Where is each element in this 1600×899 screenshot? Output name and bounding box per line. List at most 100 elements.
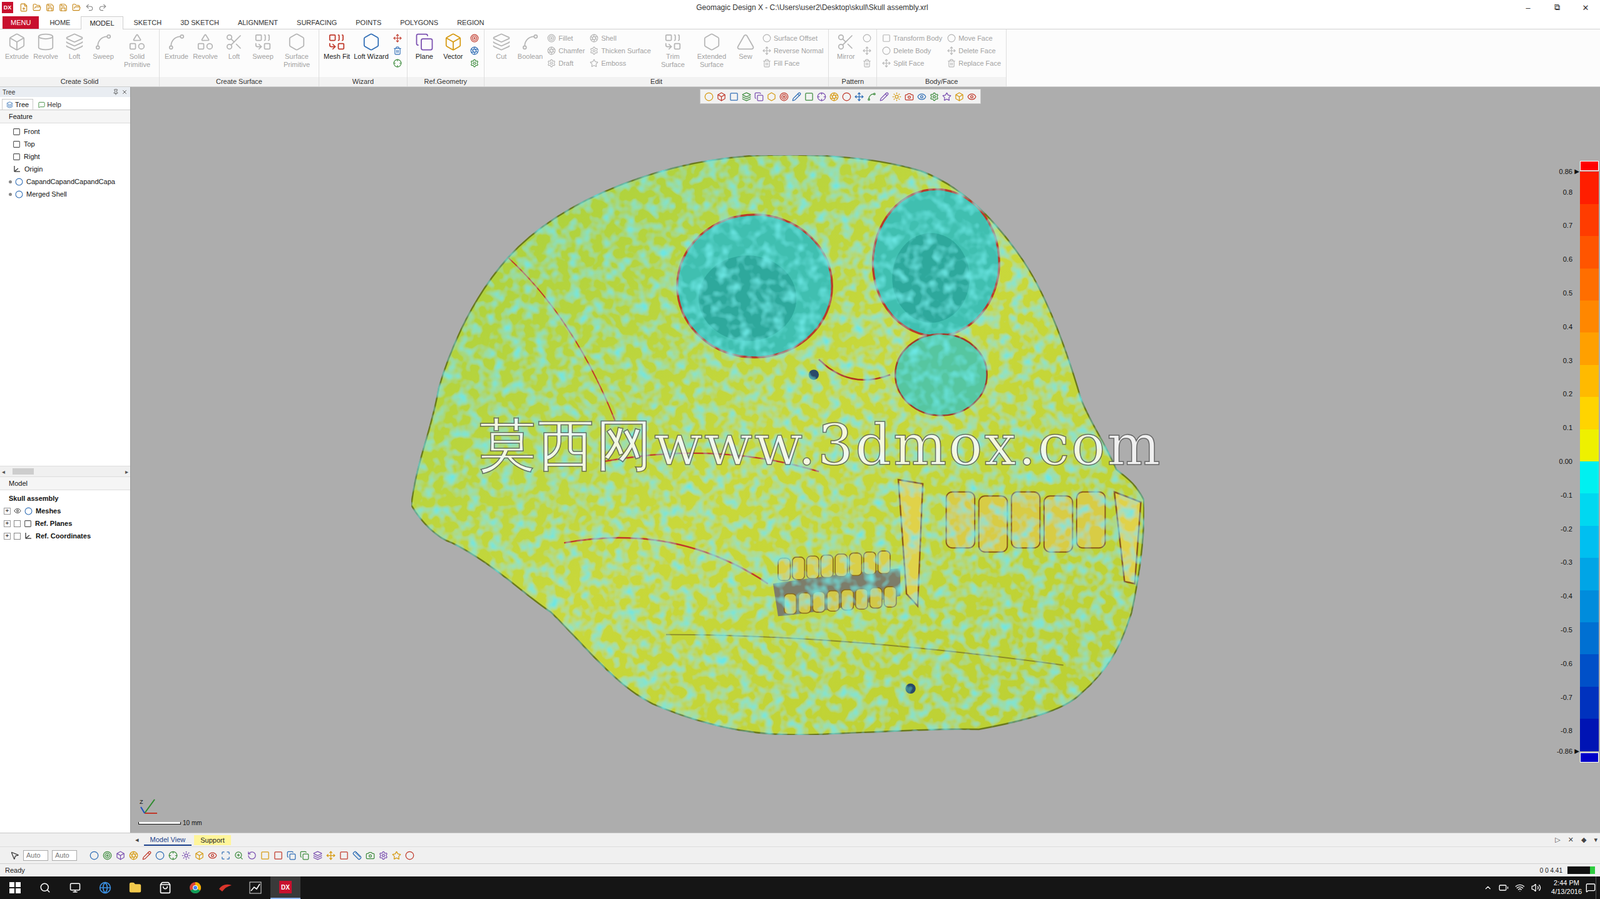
mode-select[interactable]: Auto	[23, 850, 49, 861]
display-tool-icon[interactable]	[128, 850, 139, 861]
expand-toggle[interactable]: +	[3, 520, 11, 528]
visibility-checkbox[interactable]	[13, 520, 21, 528]
close-icon[interactable]	[121, 88, 128, 96]
view-tool-icon[interactable]	[854, 92, 864, 102]
ribbon-tab[interactable]: MODEL	[80, 16, 123, 30]
panel-tab[interactable]: Tree	[1, 98, 34, 110]
display-tool-icon[interactable]	[89, 850, 99, 861]
feature-item[interactable]: Origin	[0, 162, 131, 176]
network-icon[interactable]	[1514, 882, 1525, 893]
ribbon-button[interactable]: Loft Wizard	[352, 31, 390, 62]
taskbar-app[interactable]	[120, 876, 151, 899]
view-tab-control[interactable]: ◆	[1578, 835, 1589, 844]
clock[interactable]: 2:44 PM4/13/2016	[1547, 878, 1586, 897]
horizontal-scrollbar[interactable]: ◂▸	[0, 465, 131, 477]
view-tab-control[interactable]: ▷	[1552, 835, 1563, 844]
ribbon-icon-button[interactable]	[393, 45, 402, 56]
ribbon-tab[interactable]: POINTS	[347, 16, 390, 29]
display-tool-icon[interactable]	[207, 850, 218, 861]
display-tool-icon[interactable]	[273, 850, 283, 861]
view-tool-icon[interactable]	[829, 92, 839, 102]
view-tool-icon[interactable]	[892, 92, 902, 102]
view-tool-icon[interactable]	[741, 92, 752, 102]
display-tool-icon[interactable]	[352, 850, 362, 861]
display-tool-icon[interactable]	[299, 850, 310, 861]
notifications-icon[interactable]	[1585, 882, 1596, 893]
selection-icon[interactable]	[10, 850, 20, 861]
display-tool-icon[interactable]	[405, 850, 415, 861]
display-tool-icon[interactable]	[168, 850, 178, 861]
show-desktop-button[interactable]	[1595, 876, 1600, 899]
ribbon-tab[interactable]: MENU	[2, 16, 39, 29]
task-view-button[interactable]	[60, 876, 91, 899]
visibility-eye-icon[interactable]	[13, 507, 22, 515]
model-item[interactable]: Skull assembly	[0, 492, 131, 505]
ribbon-button[interactable]: Plane	[410, 31, 439, 62]
quick-action-icon[interactable]	[45, 3, 55, 12]
quick-action-icon[interactable]	[58, 3, 68, 12]
display-tool-icon[interactable]	[339, 850, 349, 861]
view-tool-icon[interactable]	[967, 92, 977, 102]
ribbon-tab[interactable]: SURFACING	[288, 16, 345, 29]
view-tool-icon[interactable]	[804, 92, 814, 102]
ribbon-tab[interactable]: 3D SKETCH	[172, 16, 228, 29]
display-tool-icon[interactable]	[365, 850, 375, 861]
display-tool-icon[interactable]	[247, 850, 257, 861]
view-tool-icon[interactable]	[904, 92, 914, 102]
model-item[interactable]: +Ref. Coordinates	[0, 529, 131, 543]
display-tool-icon[interactable]	[234, 850, 244, 861]
view-tool-icon[interactable]	[704, 92, 714, 102]
display-tool-icon[interactable]	[142, 850, 152, 861]
ribbon-tab[interactable]: REGION	[448, 16, 493, 29]
view-tool-icon[interactable]	[779, 92, 789, 102]
view-tool-icon[interactable]	[942, 92, 952, 102]
display-tool-icon[interactable]	[260, 850, 270, 861]
view-tool-icon[interactable]	[929, 92, 939, 102]
view-tab-control[interactable]: ✕	[1565, 835, 1577, 844]
feature-item[interactable]: Front	[0, 125, 131, 138]
view-tool-icon[interactable]	[879, 92, 889, 102]
taskbar-app[interactable]	[90, 876, 121, 899]
display-tool-icon[interactable]	[181, 850, 191, 861]
taskbar-app[interactable]	[150, 876, 181, 899]
visibility-checkbox[interactable]	[13, 532, 21, 540]
start-button[interactable]	[0, 876, 31, 899]
view-tool-icon[interactable]	[816, 92, 827, 102]
display-tool-icon[interactable]	[194, 850, 205, 861]
expand-toggle[interactable]: +	[3, 507, 11, 515]
search-button[interactable]	[30, 876, 61, 899]
display-tool-icon[interactable]	[378, 850, 389, 861]
view-tool-icon[interactable]	[754, 92, 764, 102]
view-tool-icon[interactable]	[716, 92, 727, 102]
quick-action-icon[interactable]	[32, 3, 42, 12]
pin-icon[interactable]	[112, 88, 119, 96]
volume-icon[interactable]	[1531, 882, 1542, 893]
window-control-button[interactable]: –	[1513, 0, 1543, 16]
view-tool-icon[interactable]	[766, 92, 777, 102]
expand-toggle[interactable]: +	[3, 532, 11, 540]
ribbon-tab[interactable]: SKETCH	[125, 16, 171, 29]
display-tool-icon[interactable]	[326, 850, 336, 861]
feature-item[interactable]: CapandCapandCapandCapa	[0, 175, 131, 188]
model-item[interactable]: +Meshes	[0, 504, 131, 518]
battery-icon[interactable]	[1498, 882, 1509, 893]
ribbon-icon-button[interactable]	[470, 33, 479, 44]
mode-select[interactable]: Auto	[51, 850, 77, 861]
panel-tab[interactable]: Help	[34, 99, 66, 110]
ribbon-icon-button[interactable]	[393, 58, 402, 69]
scroll-thumb[interactable]	[12, 468, 34, 475]
view-tab[interactable]: Support	[194, 835, 231, 846]
ribbon-button[interactable]: Mesh Fit	[322, 31, 352, 62]
feature-item[interactable]: Right	[0, 150, 131, 163]
tray-expand-icon[interactable]	[1483, 883, 1493, 893]
taskbar-app[interactable]	[210, 876, 241, 899]
ribbon-tab[interactable]: HOME	[41, 16, 79, 29]
scroll-left-button[interactable]: ◂	[132, 835, 142, 844]
view-tool-icon[interactable]	[791, 92, 802, 102]
feature-item[interactable]: Top	[0, 137, 131, 151]
ribbon-icon-button[interactable]	[470, 58, 479, 69]
display-tool-icon[interactable]	[312, 850, 323, 861]
quick-action-icon[interactable]	[98, 3, 108, 12]
taskbar-app[interactable]: DX	[270, 876, 301, 899]
skull-mesh-model[interactable]	[411, 155, 1145, 737]
